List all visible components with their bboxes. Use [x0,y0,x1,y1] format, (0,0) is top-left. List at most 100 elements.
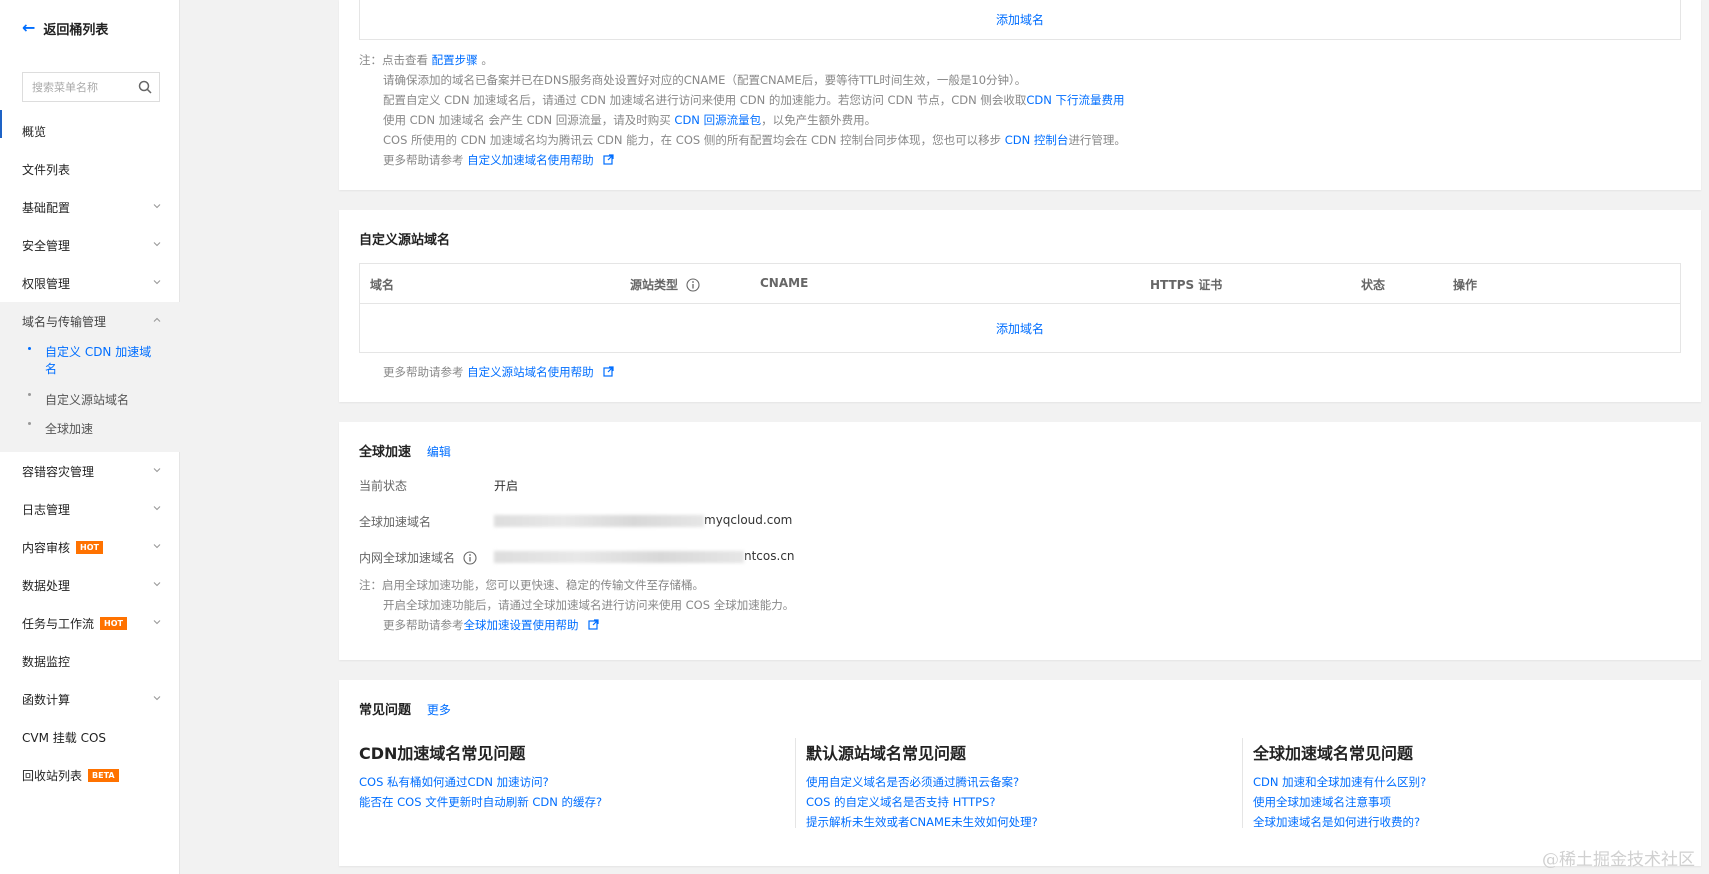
sidebar-item-domain-transfer[interactable]: 域名与传输管理 [0,302,180,340]
sidebar-menu: 概览 文件列表 基础配置 安全管理 权限管理 域名与传输管理 自定义 CDN 加… [0,112,180,794]
faq-link[interactable]: COS 私有桶如何通过CDN 加速访问? [359,772,799,792]
sidebar-item-functions[interactable]: 函数计算 [0,680,180,718]
chevron-down-icon [153,468,161,473]
watermark: @稀土掘金技术社区 [1542,850,1695,870]
global-notes: 注：启用全球加速功能，您可以更快速、稳定的传输文件至存储桶。 开启全球加速功能后… [359,578,795,632]
info-icon[interactable] [686,278,700,292]
chevron-down-icon [153,280,161,285]
sidebar-item-security[interactable]: 安全管理 [0,226,180,264]
info-icon[interactable] [463,551,477,565]
chevron-down-icon [153,582,161,587]
sidebar-item-recycle-bin[interactable]: 回收站列表 BETA [0,756,180,794]
cdn-add-domain-link[interactable]: 添加域名 [996,11,1044,28]
faq-link[interactable]: 提示解析未生效或者CNAME未生效如何处理? [806,812,1246,832]
chevron-down-icon [153,204,161,209]
global-card-header: 全球加速 编辑 [359,441,451,460]
origin-table-empty-row: 添加域名 [360,304,1680,352]
faq-heading: 全球加速域名常见问题 [1253,744,1414,763]
global-help-link[interactable]: 全球加速设置使用帮助 [464,618,579,632]
sidebar-item-monitoring[interactable]: 数据监控 [0,642,180,680]
cdn-help-link[interactable]: 自定义加速域名使用帮助 [467,153,594,167]
sidebar-item-tasks-workflows[interactable]: 任务与工作流 HOT [0,604,180,642]
faq-link[interactable]: CDN 加速和全球加速有什么区别? [1253,772,1693,792]
column-cname: CNAME [760,276,809,290]
global-domain-value: myqcloud.com [494,513,792,527]
chevron-down-icon [153,506,161,511]
faq-divider [1242,738,1243,828]
custom-origin-card: 自定义源站域名 域名 源站类型 CNAME HTTPS 证书 状态 操作 添加域… [339,210,1701,402]
cdn-table-empty-row: 添加域名 [359,0,1681,40]
sidebar-item-content-review[interactable]: 内容审核 HOT [0,528,180,566]
cdn-console-link[interactable]: CDN 控制台 [1005,133,1069,147]
chevron-down-icon [153,696,161,701]
sidebar-item-basic-config[interactable]: 基础配置 [0,188,180,226]
origin-table: 域名 源站类型 CNAME HTTPS 证书 状态 操作 添加域名 [359,263,1681,353]
custom-cdn-card: 添加域名 注：点击查看 配置步骤 。 请确保添加的域名已备案并已在DNS服务商处… [339,0,1701,190]
sidebar-item-file-list[interactable]: 文件列表 [0,150,180,188]
sidebar-subitem-custom-origin[interactable]: 自定义源站域名 [0,386,180,415]
global-edit-link[interactable]: 编辑 [427,445,451,459]
menu-search-input[interactable] [23,74,133,100]
faq-heading: CDN加速域名常见问题 [359,744,526,763]
search-icon[interactable] [138,80,152,94]
chevron-down-icon [153,544,161,549]
inner-domain-row: 内网全球加速域名 ntcos.cn [359,549,795,565]
config-steps-link[interactable]: 配置步骤 [432,53,478,67]
status-value: 开启 [494,479,519,493]
faq-column-global: 全球加速域名常见问题 CDN 加速和全球加速有什么区别? 使用全球加速域名注意事… [1253,740,1693,832]
sidebar-item-disaster-recovery[interactable]: 容错容灾管理 [0,452,180,490]
cdn-origin-package-link[interactable]: CDN 回源流量包 [674,113,761,127]
global-acceleration-card: 全球加速 编辑 当前状态 开启 全球加速域名 myqcloud.com 内网全球… [339,422,1701,660]
hot-badge: HOT [76,540,103,554]
origin-help: 更多帮助请参考 自定义源站域名使用帮助 [383,362,614,382]
faq-link[interactable]: 全球加速域名是如何进行收费的? [1253,812,1693,832]
faq-header: 常见问题 更多 [359,699,451,718]
faq-link[interactable]: COS 的自定义域名是否支持 HTTPS? [806,792,1246,812]
chevron-up-icon [153,317,161,322]
chevron-down-icon [153,242,161,247]
sidebar: ← 返回桶列表 概览 文件列表 基础配置 安全管理 权限管理 域名与传输管理 自… [0,0,180,874]
origin-help-link[interactable]: 自定义源站域名使用帮助 [467,365,594,379]
chevron-down-icon [153,620,161,625]
redacted-text [494,550,744,563]
faq-heading: 默认源站域名常见问题 [806,744,967,763]
sidebar-item-overview[interactable]: 概览 [0,112,180,150]
origin-table-header: 域名 源站类型 CNAME HTTPS 证书 状态 操作 [360,264,1680,304]
main-content: 添加域名 注：点击查看 配置步骤 。 请确保添加的域名已备案并已在DNS服务商处… [181,0,1709,874]
global-card-title: 全球加速 [359,445,412,460]
sidebar-item-permissions[interactable]: 权限管理 [0,264,180,302]
domain-submenu: 自定义 CDN 加速域名 自定义源站域名 全球加速 [0,340,180,452]
faq-title: 常见问题 [359,703,412,718]
external-link-icon [603,154,614,165]
global-domain-row: 全球加速域名 myqcloud.com [359,513,793,529]
menu-search [22,72,160,102]
sidebar-subitem-custom-cdn[interactable]: 自定义 CDN 加速域名 [0,340,180,386]
faq-card: 常见问题 更多 CDN加速域名常见问题 COS 私有桶如何通过CDN 加速访问?… [339,680,1701,866]
origin-add-domain-link[interactable]: 添加域名 [996,320,1044,337]
beta-badge: BETA [88,768,119,782]
arrow-left-icon: ← [22,18,36,37]
faq-link[interactable]: 使用自定义域名是否必须通过腾讯云备案? [806,772,1246,792]
faq-divider [795,738,796,828]
cdn-notes: 注：点击查看 配置步骤 。 请确保添加的域名已备案并已在DNS服务商处设置好对应… [359,53,1126,167]
sidebar-subitem-global-acceleration[interactable]: 全球加速 [0,415,180,448]
column-origin-type: 源站类型 [630,276,700,293]
sidebar-item-cvm-mount[interactable]: CVM 挂载 COS [0,718,180,756]
faq-link[interactable]: 使用全球加速域名注意事项 [1253,792,1693,812]
redacted-text [494,514,704,527]
faq-column-origin: 默认源站域名常见问题 使用自定义域名是否必须通过腾讯云备案? COS 的自定义域… [806,740,1246,832]
faq-more-link[interactable]: 更多 [427,703,451,717]
faq-column-cdn: CDN加速域名常见问题 COS 私有桶如何通过CDN 加速访问? 能否在 COS… [359,740,799,812]
sidebar-item-data-processing[interactable]: 数据处理 [0,566,180,604]
column-domain: 域名 [370,278,395,292]
cdn-downstream-fee-link[interactable]: CDN 下行流量费用 [1026,93,1124,107]
back-label: 返回桶列表 [43,22,109,38]
back-to-bucket-list[interactable]: ← 返回桶列表 [22,18,108,38]
hot-badge: HOT [100,616,127,630]
inner-domain-value: ntcos.cn [494,549,795,563]
column-https-cert: HTTPS 证书 [1150,278,1223,292]
origin-card-title: 自定义源站域名 [359,233,451,248]
sidebar-item-logs[interactable]: 日志管理 [0,490,180,528]
column-status: 状态 [1361,278,1386,292]
faq-link[interactable]: 能否在 COS 文件更新时自动刷新 CDN 的缓存? [359,792,799,812]
